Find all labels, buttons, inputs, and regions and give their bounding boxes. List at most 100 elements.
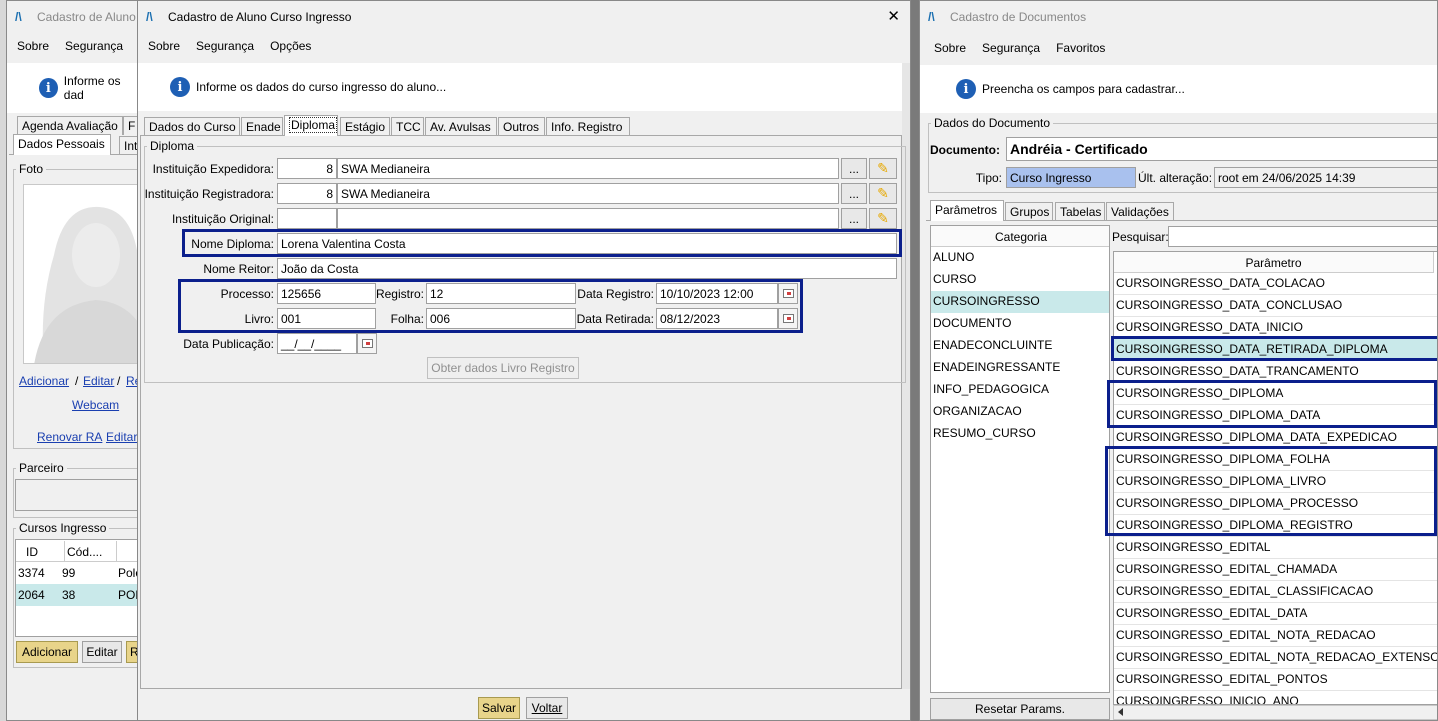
table-row[interactable]: CURSOINGRESSO_DATA_INICIO	[1114, 317, 1437, 339]
link-renovar-ra[interactable]: Renovar RA	[37, 430, 102, 444]
menu-seguranca[interactable]: Segurança	[196, 39, 254, 53]
table-row[interactable]: CURSOINGRESSO_DIPLOMA_REGISTRO	[1114, 515, 1437, 537]
link-adicionar-foto[interactable]: Adicionar	[19, 374, 69, 388]
salvar-button[interactable]: Salvar	[478, 697, 520, 719]
menu-seguranca[interactable]: Segurança	[65, 39, 123, 53]
tab-enade[interactable]: Enade	[241, 117, 283, 136]
list-item[interactable]: DOCUMENTO	[931, 313, 1109, 335]
list-item[interactable]: ORGANIZACAO	[931, 401, 1109, 423]
menu-seguranca[interactable]: Segurança	[982, 41, 1040, 55]
data-registro-calendar-button[interactable]	[778, 283, 798, 304]
table-row[interactable]: CURSOINGRESSO_EDITAL_NOTA_REDACAO_EXTENS…	[1114, 647, 1437, 669]
instituicao-original-name[interactable]	[337, 208, 839, 229]
tab-outros[interactable]: Outros	[498, 117, 545, 136]
table-row[interactable]: CURSOINGRESSO_DIPLOMA_FOLHA	[1114, 449, 1437, 471]
link-editar-foto[interactable]: Editar	[83, 374, 114, 388]
obter-dados-livro-registro-button[interactable]: Obter dados Livro Registro	[427, 357, 579, 379]
tipo-field[interactable]: Curso Ingresso	[1006, 167, 1136, 188]
folha-field[interactable]: 006	[426, 308, 576, 329]
menu-sobre[interactable]: Sobre	[934, 41, 966, 55]
tab-agenda-avaliacao[interactable]: Agenda Avaliação	[17, 116, 123, 135]
menu-sobre[interactable]: Sobre	[148, 39, 180, 53]
registradora-lookup-button[interactable]: ...	[841, 183, 867, 204]
list-item[interactable]: RESUMO_CURSO	[931, 423, 1109, 445]
editar-curso-button[interactable]: Editar	[82, 641, 122, 663]
table-row[interactable]: CURSOINGRESSO_EDITAL	[1114, 537, 1437, 559]
instituicao-expedidora-name[interactable]: SWA Medianeira	[337, 158, 839, 179]
table-row[interactable]: CURSOINGRESSO_DATA_COLACAO	[1114, 273, 1437, 295]
parametro-hscrollbar[interactable]	[1113, 705, 1437, 720]
table-row[interactable]: CURSOINGRESSO_DIPLOMA_PROCESSO	[1114, 493, 1437, 515]
documento-field[interactable]: Andréia - Certificado	[1006, 137, 1437, 161]
table-row[interactable]: 3374 99 Polo	[16, 562, 139, 584]
scroll-left-icon[interactable]	[1118, 708, 1123, 716]
processo-field[interactable]: 125656	[277, 283, 376, 304]
tab-validacoes[interactable]: Validações	[1106, 202, 1174, 221]
tab-av-avulsas[interactable]: Av. Avulsas	[425, 117, 497, 136]
menu-opcoes[interactable]: Opções	[270, 39, 311, 53]
list-item[interactable]: ENADECONCLUINTE	[931, 335, 1109, 357]
link-webcam[interactable]: Webcam	[72, 398, 119, 412]
table-row[interactable]: CURSOINGRESSO_DIPLOMA	[1114, 383, 1437, 405]
tab-dados-pessoais[interactable]: Dados Pessoais	[13, 134, 111, 155]
table-row[interactable]: 2064 38 POL	[16, 584, 139, 606]
list-item[interactable]: CURSOINGRESSO	[931, 291, 1109, 313]
table-row[interactable]: CURSOINGRESSO_EDITAL_CLASSIFICACAO	[1114, 581, 1437, 603]
menu-favoritos[interactable]: Favoritos	[1056, 41, 1105, 55]
table-row[interactable]: CURSOINGRESSO_EDITAL_CHAMADA	[1114, 559, 1437, 581]
menu-sobre[interactable]: Sobre	[17, 39, 49, 53]
tab-parametros[interactable]: Parâmetros	[930, 200, 1004, 221]
expedidora-edit-button[interactable]: ✎	[869, 158, 897, 179]
table-row[interactable]: CURSOINGRESSO_INICIO_ANO	[1114, 691, 1437, 704]
tab-dados-do-curso[interactable]: Dados do Curso	[144, 117, 240, 136]
registro-field[interactable]: 12	[426, 283, 576, 304]
list-item[interactable]: INFO_PEDAGOGICA	[931, 379, 1109, 401]
instituicao-registradora-name[interactable]: SWA Medianeira	[337, 183, 839, 204]
data-retirada-field[interactable]: 08/12/2023	[656, 308, 778, 329]
table-row[interactable]: CURSOINGRESSO_DATA_RETIRADA_DIPLOMA	[1114, 339, 1437, 361]
parceiro-field[interactable]	[15, 479, 139, 511]
tab-tcc[interactable]: TCC	[391, 117, 424, 136]
pesquisar-input[interactable]	[1168, 226, 1437, 247]
data-publicacao-calendar-button[interactable]	[357, 333, 377, 354]
link-editar-ra[interactable]: Editar	[106, 430, 137, 444]
instituicao-registradora-code[interactable]: 8	[277, 183, 337, 204]
col-x[interactable]	[116, 541, 117, 561]
table-row[interactable]: CURSOINGRESSO_DIPLOMA_DATA_EXPEDICAO	[1114, 427, 1437, 449]
expedidora-lookup-button[interactable]: ...	[841, 158, 867, 179]
livro-field[interactable]: 001	[277, 308, 376, 329]
resetar-params-button[interactable]: Resetar Params.	[930, 698, 1110, 720]
table-row[interactable]: CURSOINGRESSO_EDITAL_DATA	[1114, 603, 1437, 625]
adicionar-curso-button[interactable]: Adicionar	[16, 641, 78, 663]
data-retirada-calendar-button[interactable]	[778, 308, 798, 329]
list-item[interactable]: CURSO	[931, 269, 1109, 291]
data-registro-field[interactable]: 10/10/2023 12:00	[656, 283, 778, 304]
table-row[interactable]: CURSOINGRESSO_DIPLOMA_DATA	[1114, 405, 1437, 427]
instituicao-expedidora-code[interactable]: 8	[277, 158, 337, 179]
voltar-button[interactable]: Voltar	[526, 697, 568, 719]
table-row[interactable]: CURSOINGRESSO_DATA_CONCLUSAO	[1114, 295, 1437, 317]
tab-estagio[interactable]: Estágio	[340, 117, 390, 136]
nome-diploma-field[interactable]: Lorena Valentina Costa	[277, 233, 897, 254]
table-row[interactable]: CURSOINGRESSO_EDITAL_NOTA_REDACAO	[1114, 625, 1437, 647]
tab-info-registro[interactable]: Info. Registro	[546, 117, 630, 136]
categoria-header[interactable]: Categoria	[931, 226, 1109, 247]
tab-diploma[interactable]: Diploma	[284, 115, 338, 136]
table-row[interactable]: CURSOINGRESSO_DATA_TRANCAMENTO	[1114, 361, 1437, 383]
table-row[interactable]: CURSOINGRESSO_EDITAL_PONTOS	[1114, 669, 1437, 691]
instituicao-original-code[interactable]	[277, 208, 337, 229]
col-id[interactable]: ID	[26, 545, 38, 559]
parametro-header[interactable]: Parâmetro	[1114, 252, 1434, 273]
col-cod[interactable]: Cód....	[64, 541, 102, 561]
data-publicacao-field[interactable]: __/__/____	[277, 333, 357, 354]
table-row[interactable]: CURSOINGRESSO_DIPLOMA_LIVRO	[1114, 471, 1437, 493]
list-item[interactable]: ENADEINGRESSANTE	[931, 357, 1109, 379]
tab-tabelas[interactable]: Tabelas	[1055, 202, 1105, 221]
list-item[interactable]: ALUNO	[931, 247, 1109, 269]
tab-grupos[interactable]: Grupos	[1005, 202, 1053, 221]
close-icon[interactable]: ✕	[887, 7, 900, 25]
nome-reitor-field[interactable]: João da Costa	[277, 258, 897, 279]
registradora-edit-button[interactable]: ✎	[869, 183, 897, 204]
original-lookup-button[interactable]: ...	[841, 208, 867, 229]
original-edit-button[interactable]: ✎	[869, 208, 897, 229]
